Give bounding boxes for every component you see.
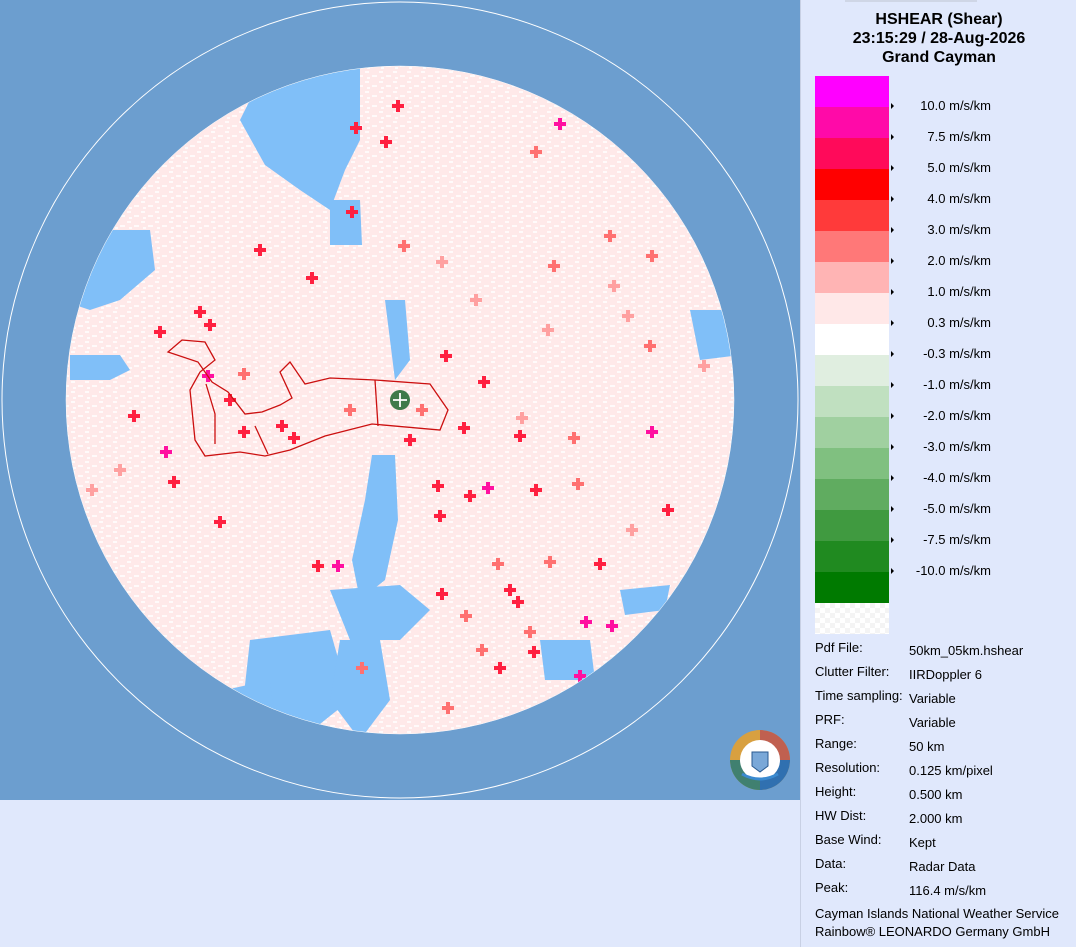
legend-label: -0.3 m/s/km (923, 346, 991, 361)
legend-tick-icon (891, 506, 894, 512)
legend-label: 1.0 m/s/km (927, 284, 991, 299)
info-row: Data: Radar Data (815, 856, 1075, 876)
legend-label: 4.0 m/s/km (927, 191, 991, 206)
radar-image[interactable] (0, 0, 800, 800)
info-row: Peak: 116.4 m/s/km (815, 880, 1075, 900)
info-key: Pdf File: (815, 640, 863, 655)
legend-swatch (815, 231, 889, 262)
legend-label: -1.0 m/s/km (923, 377, 991, 392)
legend-label: 2.0 m/s/km (927, 253, 991, 268)
info-key: Resolution: (815, 760, 881, 775)
legend-swatch (815, 541, 889, 572)
info-value: Variable (909, 715, 956, 730)
legend-label: -3.0 m/s/km (923, 439, 991, 454)
info-key: Clutter Filter: (815, 664, 890, 679)
legend-tick-icon (891, 196, 894, 202)
legend-swatch (815, 138, 889, 169)
cinws-logo-icon (730, 730, 790, 790)
info-value: 50km_05km.hshear (909, 643, 1024, 658)
info-row: Time sampling: Variable (815, 688, 1075, 708)
legend-label: 5.0 m/s/km (927, 160, 991, 175)
legend-tick-icon (891, 289, 894, 295)
info-key: Range: (815, 736, 857, 751)
legend-tick-icon (891, 444, 894, 450)
info-row: Pdf File: 50km_05km.hshear (815, 640, 1075, 660)
timestamp: 23:15:29 / 28-Aug-2026 (852, 30, 1026, 47)
legend-swatch (815, 76, 889, 107)
info-key: HW Dist: (815, 808, 867, 823)
info-key: Base Wind: (815, 832, 882, 847)
info-row: Range: 50 km (815, 736, 1075, 756)
legend-tick-icon (891, 227, 894, 233)
legend-tick-icon (891, 568, 894, 574)
site-name: Grand Cayman (882, 49, 996, 66)
info-row: HW Dist: 2.000 km (815, 808, 1075, 828)
radar-map-view[interactable] (0, 0, 800, 800)
legend-tick-icon (891, 475, 894, 481)
legend-label: -7.5 m/s/km (923, 532, 991, 547)
legend-label: -2.0 m/s/km (923, 408, 991, 423)
panel-divider (845, 0, 977, 2)
info-value: 50 km (909, 739, 945, 754)
legend-tick-icon (891, 351, 894, 357)
legend-label: 3.0 m/s/km (927, 222, 991, 237)
legend-swatch (815, 479, 889, 510)
info-value: Kept (909, 835, 936, 850)
legend-label: 10.0 m/s/km (920, 98, 991, 113)
legend-swatch-nodata (815, 603, 889, 634)
info-value: 0.500 km (909, 787, 963, 802)
legend-tick-icon (891, 258, 894, 264)
info-value: Radar Data (909, 859, 976, 874)
legend-tick-icon (891, 134, 894, 140)
legend-swatch (815, 107, 889, 138)
legend-tick-icon (891, 103, 894, 109)
info-key: Height: (815, 784, 857, 799)
legend-label: 0.3 m/s/km (927, 315, 991, 330)
legend-tick-icon (891, 382, 894, 388)
legend-swatch (815, 448, 889, 479)
credit-line-service: Cayman Islands National Weather Service (815, 906, 1059, 921)
legend-label: -10.0 m/s/km (915, 563, 991, 578)
info-value: 0.125 km/pixel (909, 763, 993, 778)
info-row: Base Wind: Kept (815, 832, 1075, 852)
legend-swatch (815, 510, 889, 541)
legend-swatch (815, 324, 889, 355)
info-row: Clutter Filter: IIRDoppler 6 (815, 664, 1075, 684)
legend-tick-icon (891, 413, 894, 419)
info-value: Variable (909, 691, 956, 706)
legend-swatch (815, 417, 889, 448)
radar-site-marker[interactable] (390, 390, 410, 410)
product-header: HSHEAR (Shear) 23:15:29 / 28-Aug-2026 Gr… (801, 10, 1076, 67)
legend-tick-icon (891, 165, 894, 171)
legend-label: 7.5 m/s/km (927, 129, 991, 144)
info-row: Resolution: 0.125 km/pixel (815, 760, 1075, 780)
legend-tick-icon (891, 320, 894, 326)
legend-swatch (815, 200, 889, 231)
info-row: PRF: Variable (815, 712, 1075, 732)
product-title: HSHEAR (Shear) (875, 11, 1003, 28)
legend-panel: HSHEAR (Shear) 23:15:29 / 28-Aug-2026 Gr… (800, 0, 1076, 947)
info-key: Data: (815, 856, 847, 871)
info-value: 116.4 m/s/km (909, 883, 987, 898)
legend-swatch (815, 293, 889, 324)
credits: Cayman Islands National Weather Service … (815, 905, 1059, 941)
legend-label: -4.0 m/s/km (923, 470, 991, 485)
info-value: IIRDoppler 6 (909, 667, 982, 682)
legend-label: -5.0 m/s/km (923, 501, 991, 516)
legend-swatch (815, 262, 889, 293)
info-key: Peak: (815, 880, 849, 895)
info-key: Time sampling: (815, 688, 903, 703)
info-row: Height: 0.500 km (815, 784, 1075, 804)
legend-tick-icon (891, 537, 894, 543)
blank-area (0, 800, 800, 947)
info-value: 2.000 km (909, 811, 963, 826)
legend-swatch (815, 386, 889, 417)
legend-swatch (815, 169, 889, 200)
legend-swatch (815, 572, 889, 603)
info-key: PRF: (815, 712, 845, 727)
credit-line-vendor: Rainbow® LEONARDO Germany GmbH (815, 924, 1050, 939)
legend-swatch (815, 355, 889, 386)
